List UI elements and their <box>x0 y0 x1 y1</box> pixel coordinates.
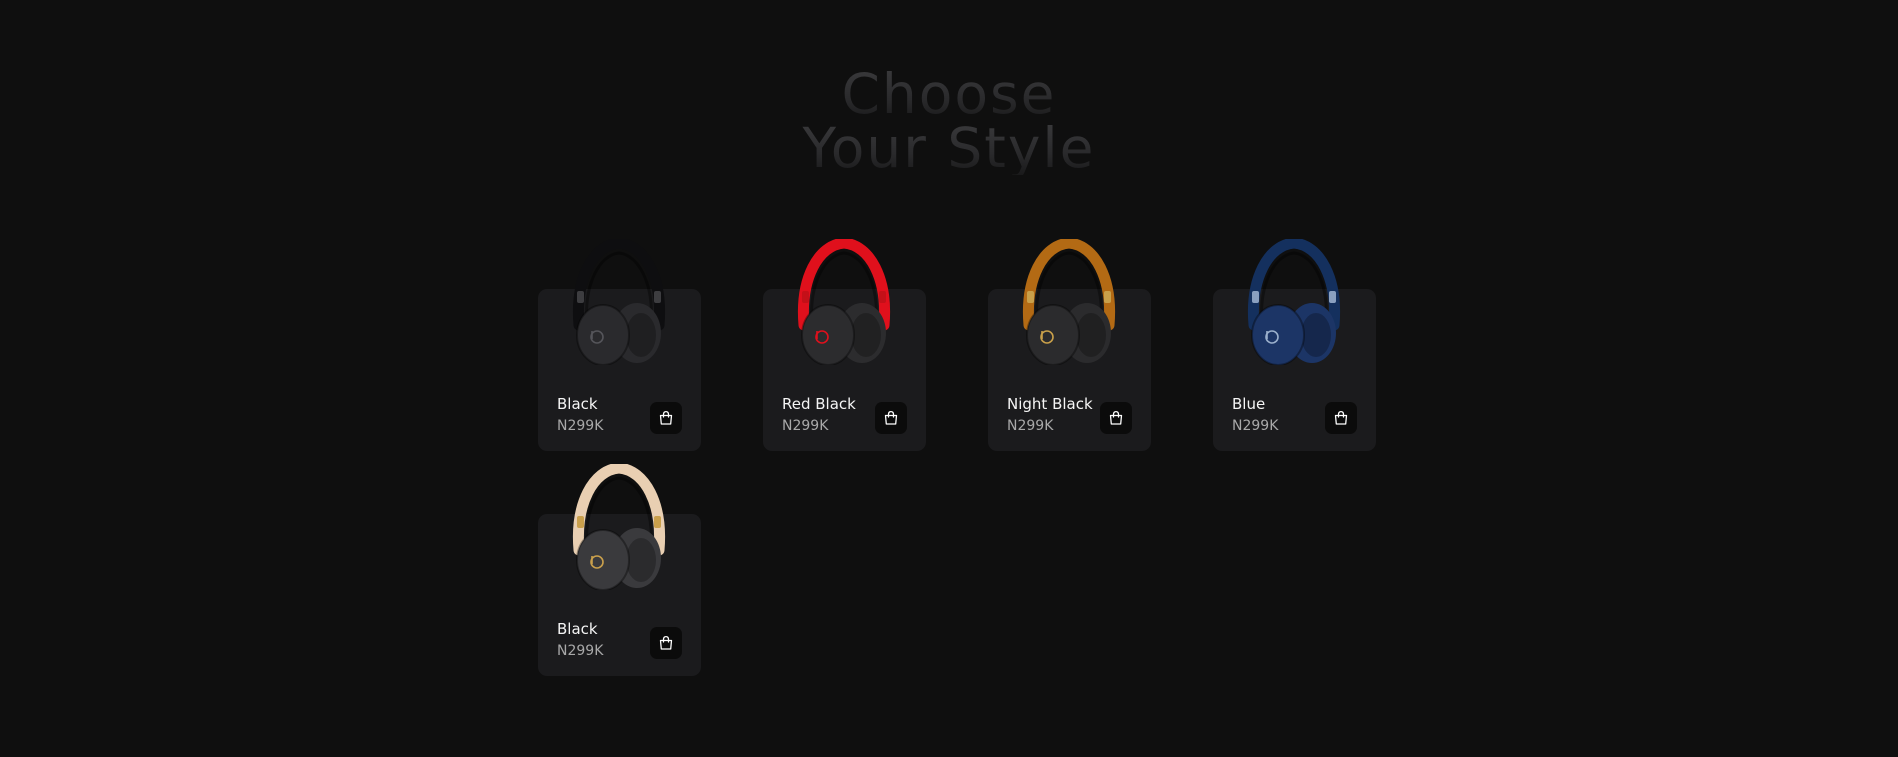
product-name: Blue <box>1232 395 1266 413</box>
product-card[interactable]: Blue N299K <box>1213 239 1376 451</box>
product-price: N299K <box>1232 418 1279 434</box>
shopping-bag-icon <box>659 635 673 650</box>
product-name: Black <box>557 395 598 413</box>
headphones-icon <box>572 239 666 365</box>
product-price: N299K <box>782 418 829 434</box>
headphones-icon <box>1022 239 1116 365</box>
add-to-cart-button[interactable] <box>650 627 682 659</box>
product-price: N299K <box>557 418 604 434</box>
add-to-cart-button[interactable] <box>1325 402 1357 434</box>
add-to-cart-button[interactable] <box>1100 402 1132 434</box>
product-name: Black <box>557 620 598 638</box>
product-price: N299K <box>1007 418 1054 434</box>
shopping-bag-icon <box>1109 410 1123 425</box>
product-card[interactable]: Black N299K <box>538 239 701 451</box>
hero-title-line-2: Your Style <box>0 120 1898 175</box>
product-card[interactable]: Night Black N299K <box>988 239 1151 451</box>
product-card[interactable]: Red Black N299K <box>763 239 926 451</box>
product-name: Night Black <box>1007 395 1093 413</box>
add-to-cart-button[interactable] <box>650 402 682 434</box>
product-name: Red Black <box>782 395 856 413</box>
product-price: N299K <box>557 643 604 659</box>
shopping-bag-icon <box>659 410 673 425</box>
product-card[interactable]: Black N299K <box>538 464 701 676</box>
hero-title-line-1: Choose <box>0 66 1898 121</box>
shopping-bag-icon <box>884 410 898 425</box>
headphones-icon <box>1247 239 1341 365</box>
headphones-icon <box>572 464 666 590</box>
hero-title: Choose Your Style <box>0 66 1898 175</box>
add-to-cart-button[interactable] <box>875 402 907 434</box>
headphones-icon <box>797 239 891 365</box>
shopping-bag-icon <box>1334 410 1348 425</box>
